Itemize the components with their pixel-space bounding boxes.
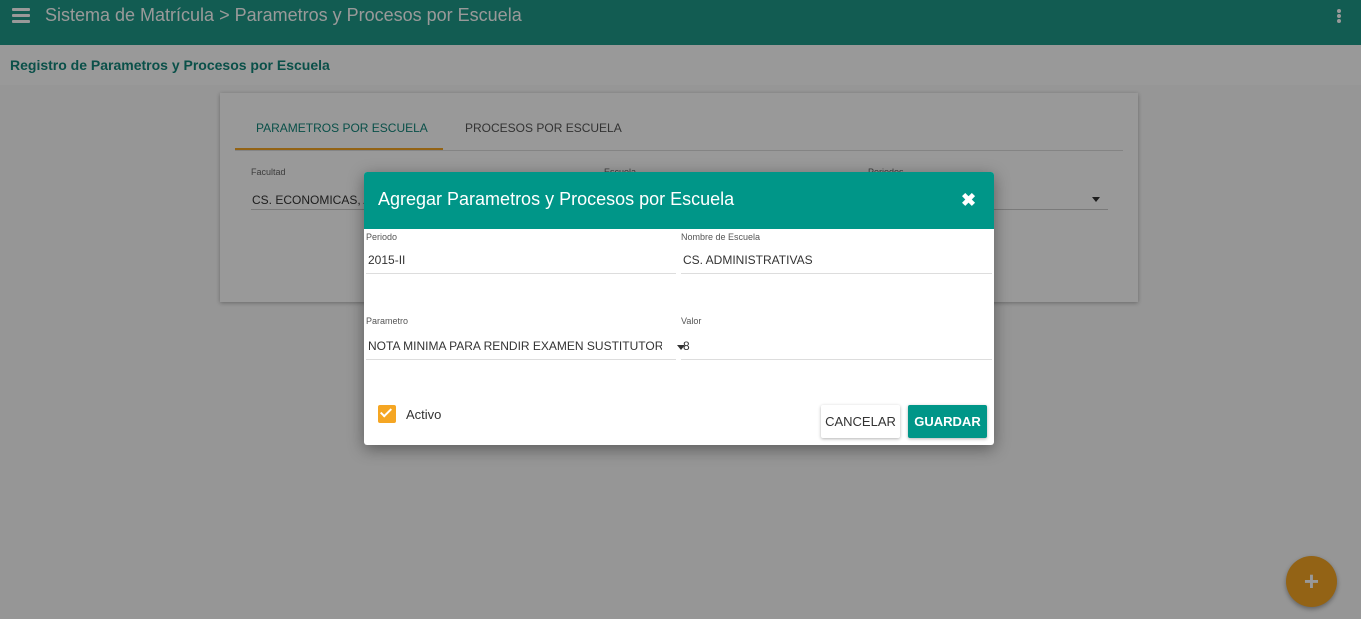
checkmark-icon bbox=[379, 405, 393, 418]
periodo-field[interactable] bbox=[366, 246, 676, 274]
parametro-label: Parametro bbox=[366, 316, 409, 326]
parametro-select[interactable] bbox=[366, 332, 676, 360]
save-button[interactable]: GUARDAR bbox=[908, 405, 987, 438]
cancel-button[interactable]: CANCELAR bbox=[821, 405, 900, 438]
activo-label: Activo bbox=[406, 407, 442, 422]
dialog-header: Agregar Parametros y Procesos por Escuel… bbox=[364, 172, 994, 229]
periodo-label: Periodo bbox=[366, 232, 398, 242]
activo-checkbox[interactable] bbox=[378, 405, 396, 423]
valor-label: Valor bbox=[681, 316, 702, 326]
dialog-title: Agregar Parametros y Procesos por Escuel… bbox=[378, 189, 735, 209]
escuela-name-label: Nombre de Escuela bbox=[681, 232, 761, 242]
valor-field[interactable] bbox=[681, 332, 992, 360]
close-icon[interactable]: ✖ bbox=[961, 191, 977, 209]
escuela-name-field[interactable] bbox=[681, 246, 992, 274]
add-parameter-dialog: Agregar Parametros y Procesos por Escuel… bbox=[364, 172, 994, 445]
